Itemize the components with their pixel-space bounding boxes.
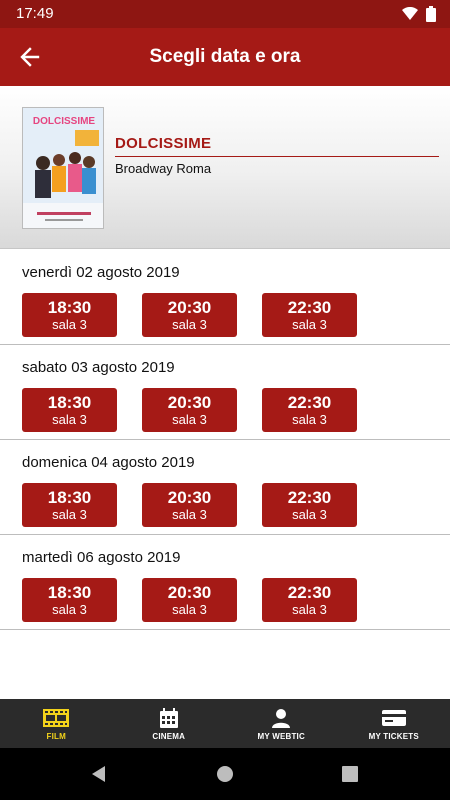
ticket-card-icon bbox=[381, 707, 406, 729]
showtime-time: 22:30 bbox=[287, 488, 332, 507]
nav-label: CINEMA bbox=[152, 731, 186, 741]
showtime-button[interactable]: 22:30 sala 3 bbox=[262, 388, 357, 432]
status-time: 17:49 bbox=[16, 5, 54, 22]
film-strip-icon bbox=[43, 707, 70, 729]
cinema-name: Broadway Roma bbox=[115, 161, 212, 176]
day-date: venerdì 02 agosto 2019 bbox=[22, 264, 180, 281]
title-divider bbox=[115, 156, 439, 157]
bottom-nav: FILM CINEMA MY WEBTIC MY TICKETS bbox=[0, 699, 450, 748]
app-bar: Scegli data e ora bbox=[0, 28, 450, 86]
status-icons bbox=[402, 6, 436, 22]
day-date: martedì 06 agosto 2019 bbox=[22, 549, 181, 566]
showtime-button[interactable]: 18:30 sala 3 bbox=[22, 388, 117, 432]
showtime-time: 20:30 bbox=[167, 298, 212, 317]
showtime-button[interactable]: 18:30 sala 3 bbox=[22, 483, 117, 527]
showtime-button[interactable]: 20:30 sala 3 bbox=[142, 388, 237, 432]
user-icon bbox=[271, 707, 291, 729]
showtime-time: 22:30 bbox=[287, 583, 332, 602]
nav-label: FILM bbox=[46, 731, 66, 741]
showtime-room: sala 3 bbox=[52, 602, 87, 617]
showtime-room: sala 3 bbox=[172, 317, 207, 332]
day-date: sabato 03 agosto 2019 bbox=[22, 359, 175, 376]
showtime-room: sala 3 bbox=[172, 507, 207, 522]
showtime-room: sala 3 bbox=[292, 602, 327, 617]
showtime-time: 20:30 bbox=[167, 393, 212, 412]
status-bar: 17:49 bbox=[0, 0, 450, 28]
showtime-button[interactable]: 20:30 sala 3 bbox=[142, 483, 237, 527]
battery-icon bbox=[426, 6, 436, 22]
nav-item-film[interactable]: FILM bbox=[0, 699, 113, 748]
wifi-icon bbox=[402, 7, 418, 20]
system-nav-bar bbox=[0, 748, 450, 800]
showtime-time: 18:30 bbox=[47, 488, 92, 507]
calendar-icon bbox=[159, 707, 178, 729]
movie-poster: DOLCISSIME bbox=[22, 107, 104, 229]
showtime-button[interactable]: 18:30 sala 3 bbox=[22, 293, 117, 337]
back-triangle-icon[interactable] bbox=[88, 763, 110, 785]
day-section: martedì 06 agosto 2019 18:30 sala 3 20:3… bbox=[0, 535, 450, 630]
showtime-time: 22:30 bbox=[287, 393, 332, 412]
movie-header: DOLCISSIME DOLCISSIME Broadway Roma bbox=[0, 86, 450, 249]
day-date: domenica 04 agosto 2019 bbox=[22, 454, 195, 471]
showtime-button[interactable]: 20:30 sala 3 bbox=[142, 578, 237, 622]
showtime-room: sala 3 bbox=[172, 602, 207, 617]
showtime-room: sala 3 bbox=[292, 507, 327, 522]
showtime-time: 20:30 bbox=[167, 488, 212, 507]
showtime-button[interactable]: 20:30 sala 3 bbox=[142, 293, 237, 337]
day-section: sabato 03 agosto 2019 18:30 sala 3 20:30… bbox=[0, 345, 450, 440]
showtime-room: sala 3 bbox=[52, 412, 87, 427]
page-title: Scegli data e ora bbox=[149, 46, 301, 67]
showtime-room: sala 3 bbox=[292, 412, 327, 427]
showtime-time: 22:30 bbox=[287, 298, 332, 317]
day-section: venerdì 02 agosto 2019 18:30 sala 3 20:3… bbox=[0, 250, 450, 345]
showtime-button[interactable]: 18:30 sala 3 bbox=[22, 578, 117, 622]
svg-text:DOLCISSIME: DOLCISSIME bbox=[33, 116, 96, 127]
showtime-time: 18:30 bbox=[47, 393, 92, 412]
nav-item-cinema[interactable]: CINEMA bbox=[113, 699, 226, 748]
showtime-button[interactable]: 22:30 sala 3 bbox=[262, 293, 357, 337]
showtime-room: sala 3 bbox=[52, 507, 87, 522]
recents-square-icon[interactable] bbox=[339, 763, 361, 785]
nav-item-my-webtic[interactable]: MY WEBTIC bbox=[225, 699, 338, 748]
showtime-button[interactable]: 22:30 sala 3 bbox=[262, 483, 357, 527]
nav-label: MY TICKETS bbox=[368, 731, 419, 741]
showtime-room: sala 3 bbox=[52, 317, 87, 332]
nav-item-my-tickets[interactable]: MY TICKETS bbox=[338, 699, 450, 748]
nav-label: MY WEBTIC bbox=[257, 731, 305, 741]
home-circle-icon[interactable] bbox=[214, 763, 236, 785]
showtime-button[interactable]: 22:30 sala 3 bbox=[262, 578, 357, 622]
movie-title: DOLCISSIME bbox=[115, 135, 212, 152]
day-section: domenica 04 agosto 2019 18:30 sala 3 20:… bbox=[0, 440, 450, 535]
showtime-time: 18:30 bbox=[47, 583, 92, 602]
showtime-time: 18:30 bbox=[47, 298, 92, 317]
showtime-room: sala 3 bbox=[292, 317, 327, 332]
showtime-time: 20:30 bbox=[167, 583, 212, 602]
showtime-room: sala 3 bbox=[172, 412, 207, 427]
